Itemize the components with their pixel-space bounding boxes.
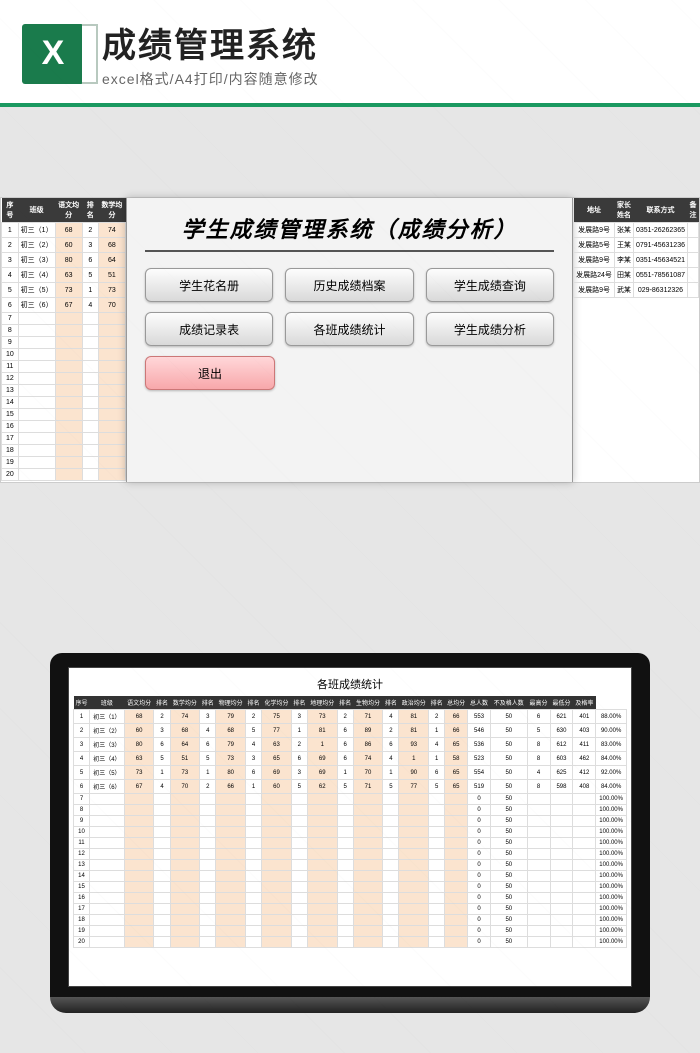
panel-title: 学生成绩管理系统（成绩分析）: [145, 212, 554, 252]
sheet-title: 各班成绩统计: [73, 672, 627, 696]
exit-button[interactable]: 退出: [145, 356, 275, 390]
panel-button-4[interactable]: 各班成绩统计: [285, 312, 413, 346]
panel-button-3[interactable]: 成绩记录表: [145, 312, 273, 346]
main-preview: 序号班级语文均分排名数学均分1初三（1）682742初三（2）603683初三（…: [0, 197, 700, 483]
template-title: 成绩管理系统: [102, 18, 319, 67]
template-subtitle: excel格式/A4打印/内容随意修改: [102, 69, 319, 89]
left-partial-table: 序号班级语文均分排名数学均分1初三（1）682742初三（2）603683初三（…: [1, 198, 126, 482]
laptop-mockup: 各班成绩统计 序号班级语文均分排名数学均分排名物理均分排名化学均分排名地理均分排…: [50, 653, 650, 1013]
panel-button-5[interactable]: 学生成绩分析: [426, 312, 554, 346]
template-header: X 成绩管理系统 excel格式/A4打印/内容随意修改: [0, 0, 700, 107]
panel-button-0[interactable]: 学生花名册: [145, 268, 273, 302]
right-partial-table: 地址家长姓名联系方式备注发展路9号张某0351-26262365发展路5号王某0…: [573, 198, 699, 482]
dialog-panel: 学生成绩管理系统（成绩分析） 学生花名册历史成绩档案学生成绩查询成绩记录表各班成…: [126, 198, 573, 482]
panel-button-2[interactable]: 学生成绩查询: [426, 268, 554, 302]
panel-button-1[interactable]: 历史成绩档案: [285, 268, 413, 302]
excel-icon: X: [22, 24, 84, 84]
